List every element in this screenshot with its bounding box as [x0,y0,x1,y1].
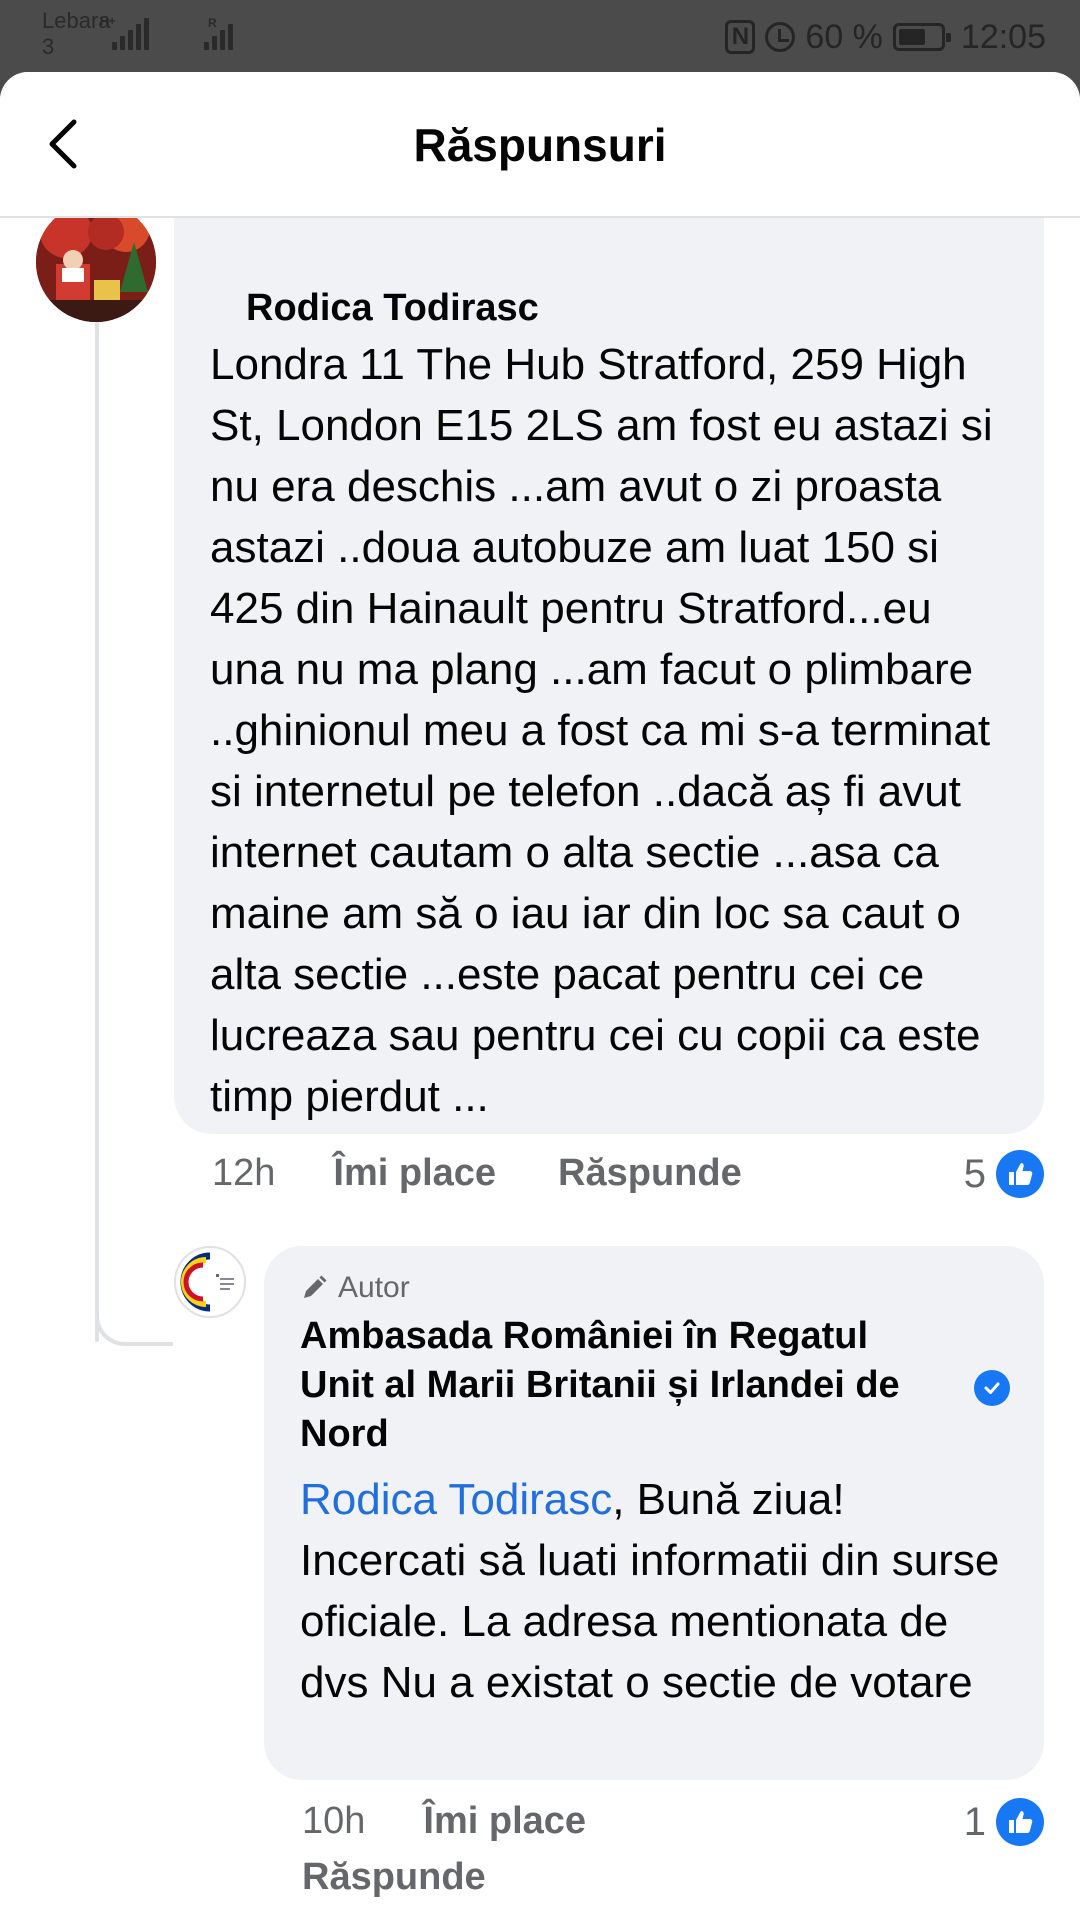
thread-connector [95,1252,173,1346]
alarm-icon [765,22,796,52]
mention-link[interactable]: Rodica Todirasc [300,1475,612,1524]
comment-author[interactable]: Rodica Todirasc [246,286,1044,330]
page-title: Răspunsuri [413,119,667,171]
signal-icon [112,14,152,50]
carrier-sub: 3 [42,34,55,59]
header: Răspunsuri [0,72,1080,218]
author-badge-label: Autor [338,1271,410,1304]
reply-button[interactable]: Răspunde [302,1856,486,1899]
comment-time: 10h [302,1800,366,1842]
status-bar: Lebara 3 H+ R N 60 % 12:05 [0,0,1080,72]
comment-author[interactable]: Ambasada României în Regatul Unit al Mar… [300,1312,940,1459]
reaction-count[interactable]: 5 [964,1150,1044,1198]
avatar[interactable] [174,1246,246,1318]
battery-icon [892,23,951,51]
pencil-icon [304,1275,327,1298]
reply-button[interactable]: Răspunde [558,1152,742,1195]
nfc-icon: N [725,20,756,54]
clock: 12:05 [960,17,1046,56]
like-button[interactable]: Îmi place [333,1152,496,1195]
thread-line [95,322,99,1342]
thumbs-up-icon [996,1150,1044,1198]
comment-text: Rodica Todirasc, Bună ziua! Incercati să… [300,1469,1008,1713]
like-count: 1 [963,1799,986,1844]
christmas-avatar-image [36,202,156,322]
comment-text: Londra 11 The Hub Stratford, 259 High St… [210,340,993,1121]
thumbs-up-icon [996,1798,1044,1846]
like-count: 5 [963,1151,986,1196]
embassy-logo-icon [177,1249,243,1315]
comment-time: 12h [212,1152,276,1194]
comment-bubble[interactable]: Rodica Todirasc Londra 11 The Hub Stratf… [174,180,1044,1134]
comment-bubble[interactable]: Autor Ambasada României în Regatul Unit … [264,1246,1044,1780]
verified-badge-icon [974,1370,1010,1406]
like-button[interactable]: Îmi place [423,1800,586,1843]
status-right: N 60 % 12:05 [725,12,1046,62]
comment-actions-row2: Răspunde [302,1856,486,1899]
avatar[interactable] [36,202,156,322]
signal-icon [204,14,240,50]
comment-actions: 10h Îmi place [302,1800,586,1843]
author-badge: Autor [300,1268,1008,1308]
comment-actions: 12h Îmi place Răspunde [212,1152,742,1195]
battery-percent: 60 % [805,17,883,56]
replies-sheet: Răspunsuri Rodica Todirasc Londra 11 The… [0,72,1080,1920]
reaction-count[interactable]: 1 [964,1798,1044,1846]
